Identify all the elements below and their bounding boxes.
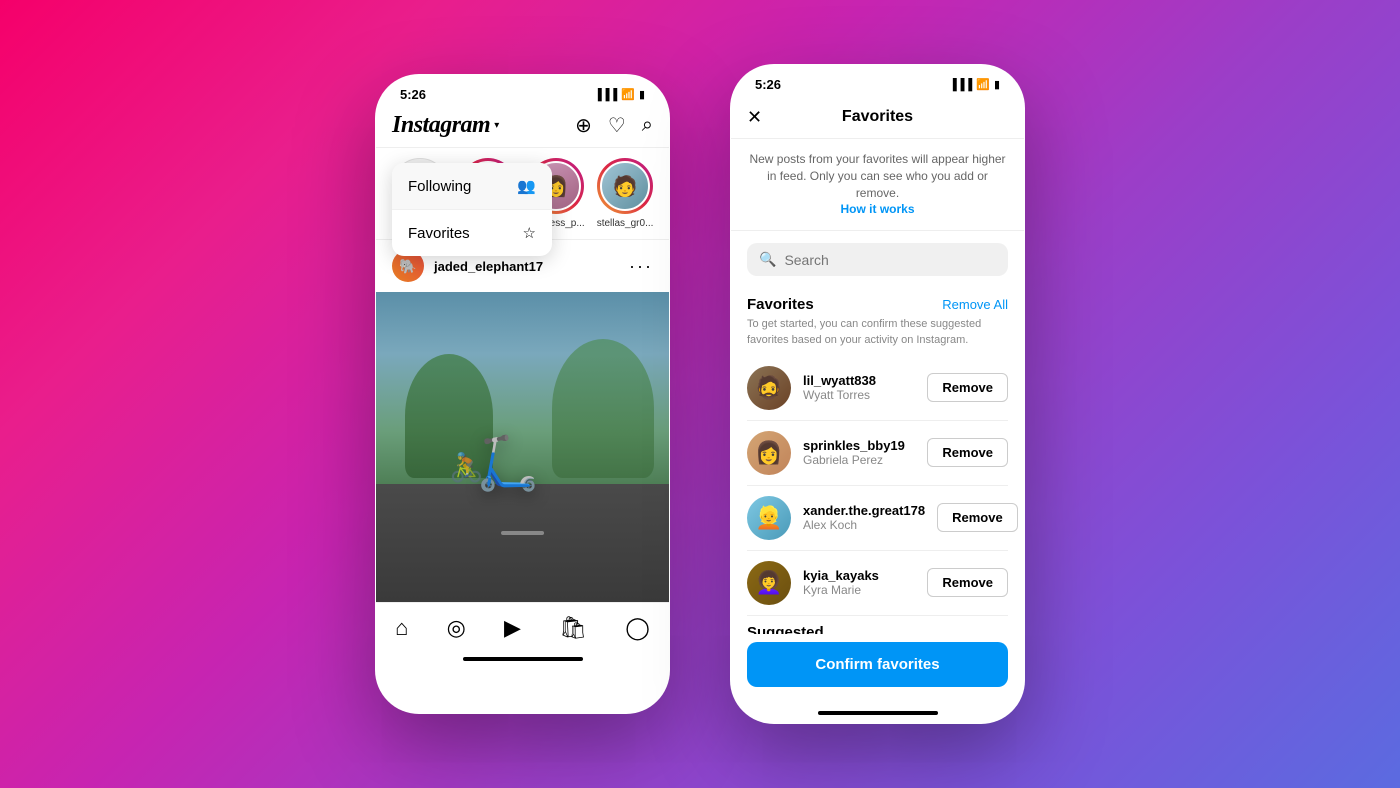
search-icon-favorites: 🔍 [759,251,776,268]
avatar-xander: 👱 [747,496,791,540]
road [376,484,669,602]
avatar-img-lil-wyatt: 🧔 [747,366,791,410]
reels-nav-icon[interactable]: ▶ [504,615,521,641]
story-item-stellas[interactable]: 🧑 stellas_gr0... [597,158,654,229]
user-info-sprinkles: sprinkles_bby19 Gabriela Perez [803,438,915,467]
favorites-title: Favorites [842,108,913,126]
user-info-lil-wyatt: lil_wyatt838 Wyatt Torres [803,373,915,402]
favorites-scroll-area: Favorites Remove All To get started, you… [731,288,1024,634]
battery-icon: ▮ [639,88,645,101]
battery-icon-2: ▮ [994,78,1000,91]
search-input-favorites[interactable] [784,252,996,268]
realname-lil-wyatt: Wyatt Torres [803,388,915,402]
following-icon: 👥 [517,177,536,195]
dropdown-following[interactable]: Following 👥 [392,163,552,210]
list-item: 👩 sprinkles_bby19 Gabriela Perez Remove [731,421,1024,485]
favorites-label: Favorites [408,225,470,242]
search-icon[interactable]: ⌕ [642,114,653,137]
logo-area[interactable]: Instagram ▾ [392,112,499,139]
home-bar-2 [818,711,938,715]
favorites-info-content: New posts from your favorites will appea… [749,152,1005,200]
status-icons-phone2: ▐▐▐ 📶 ▮ [949,78,1000,91]
road-line [501,531,545,535]
remove-button-xander[interactable]: Remove [937,503,1018,532]
remove-button-lil-wyatt[interactable]: Remove [927,373,1008,402]
status-icons-phone1: ▐▐▐ 📶 ▮ [594,88,645,101]
close-button[interactable]: ✕ [747,107,762,128]
realname-sprinkles: Gabriela Perez [803,453,915,467]
feed-dropdown-menu: Following 👥 Favorites ☆ [392,163,552,256]
shop-nav-icon[interactable]: 🛍 [559,615,587,641]
story-label-stellas: stellas_gr0... [597,218,654,229]
scooter-figure: 🛴 [475,433,540,494]
post-username: jaded_elephant17 [434,259,543,274]
suggested-section-header: Suggested [731,616,1024,634]
username-lil-wyatt: lil_wyatt838 [803,373,915,388]
instagram-header: Instagram ▾ ⊕ ♡ ⌕ [376,106,669,148]
how-it-works-link[interactable]: How it works [840,202,914,216]
post-more-options-icon[interactable]: ··· [629,256,653,277]
story-avatar-stellas: 🧑 [597,158,653,214]
status-bar-phone2: 5:26 ▐▐▐ 📶 ▮ [731,65,1024,96]
cyclist-figure: 🚴 [449,451,484,484]
status-time-phone1: 5:26 [400,87,426,102]
home-bar [463,657,583,661]
messages-nav-icon[interactable]: ◎ [447,615,466,641]
avatar-img-xander: 👱 [747,496,791,540]
phone-favorites: 5:26 ▐▐▐ 📶 ▮ ✕ Favorites New posts from … [730,64,1025,724]
favorites-search-bar[interactable]: 🔍 [747,243,1008,276]
realname-kyia: Kyra Marie [803,583,915,597]
new-post-icon[interactable]: ⊕ [575,113,592,138]
heart-icon[interactable]: ♡ [608,113,626,138]
avatar-lil-wyatt: 🧔 [747,366,791,410]
avatar-kyia: 👩‍🦱 [747,561,791,605]
signal-icon-2: ▐▐▐ [949,79,972,91]
user-info-kyia: kyia_kayaks Kyra Marie [803,568,915,597]
header-icons: ⊕ ♡ ⌕ [575,113,653,138]
remove-all-button[interactable]: Remove All [942,297,1008,312]
avatar-img-kyia: 👩‍🦱 [747,561,791,605]
user-info-xander: xander.the.great178 Alex Koch [803,503,925,532]
favorites-section-title: Favorites [747,296,814,313]
username-xander: xander.the.great178 [803,503,925,518]
favorites-info-text: New posts from your favorites will appea… [731,139,1024,231]
realname-xander: Alex Koch [803,518,925,532]
post-image: 🛴 🚴 [376,292,669,602]
status-time-phone2: 5:26 [755,77,781,92]
home-nav-icon[interactable]: ⌂ [395,615,408,641]
avatar-img-sprinkles: 👩 [747,431,791,475]
favorites-header: ✕ Favorites [731,96,1024,139]
dropdown-arrow-icon: ▾ [494,120,499,131]
avatar-sprinkles: 👩 [747,431,791,475]
phone-instagram-feed: 5:26 ▐▐▐ 📶 ▮ Instagram ▾ ⊕ ♡ ⌕ Following [375,74,670,714]
wifi-icon-2: 📶 [976,78,990,91]
bottom-navigation: ⌂ ◎ ▶ 🛍 ◯ [376,602,669,649]
status-bar-phone1: 5:26 ▐▐▐ 📶 ▮ [376,75,669,106]
username-kyia: kyia_kayaks [803,568,915,583]
list-item: 👩‍🦱 kyia_kayaks Kyra Marie Remove [731,551,1024,615]
confirm-favorites-button[interactable]: Confirm favorites [747,642,1008,687]
favorites-section-header: Favorites Remove All [731,288,1024,317]
star-icon: ☆ [523,224,536,242]
list-item: 🧔 lil_wyatt838 Wyatt Torres Remove [731,356,1024,420]
following-label: Following [408,178,471,195]
home-indicator [376,649,669,669]
instagram-logo: Instagram [392,112,490,139]
story-avatar-inner-stellas: 🧑 [600,161,650,211]
suggested-section-title: Suggested [747,624,824,634]
username-sprinkles: sprinkles_bby19 [803,438,915,453]
home-indicator-2 [731,703,1024,723]
profile-nav-icon[interactable]: ◯ [625,615,650,641]
wifi-icon: 📶 [621,88,635,101]
remove-button-sprinkles[interactable]: Remove [927,438,1008,467]
post-scene-bg: 🛴 🚴 [376,292,669,602]
dropdown-favorites[interactable]: Favorites ☆ [392,210,552,256]
tree-right [552,339,655,479]
remove-button-kyia[interactable]: Remove [927,568,1008,597]
list-item: 👱 xander.the.great178 Alex Koch Remove [731,486,1024,550]
favorites-section-desc: To get started, you can confirm these su… [731,317,1024,356]
signal-icon: ▐▐▐ [594,89,617,101]
